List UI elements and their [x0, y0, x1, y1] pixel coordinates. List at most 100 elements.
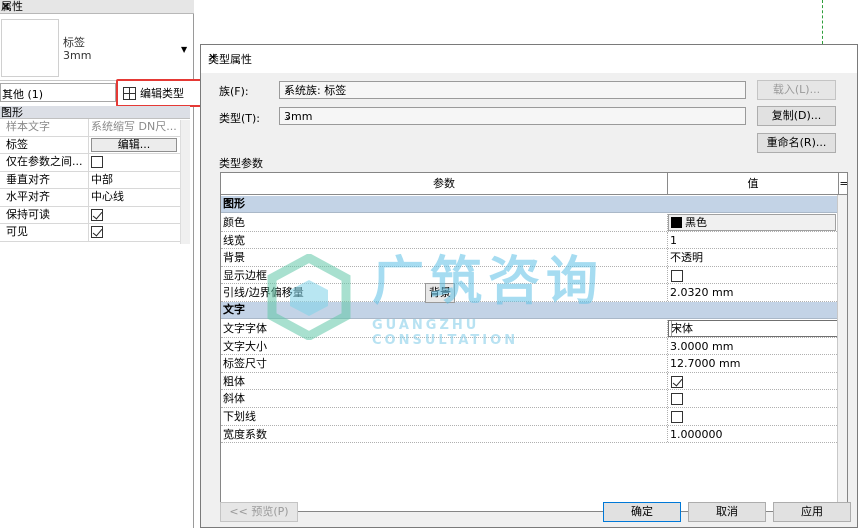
param-value[interactable]: 2.0320 mm: [668, 284, 839, 301]
param-name: 显示边框: [221, 266, 668, 284]
edit-type-icon: [123, 86, 136, 100]
type-properties-dialog: 类型属性 ✕ 族(F): 系统族: 标签 ⌄ 载入(L)... 类型(T): 3…: [200, 44, 858, 528]
close-icon[interactable]: ✕: [1, 0, 189, 13]
param-value[interactable]: 不透明: [668, 249, 839, 266]
column-header-parameter[interactable]: 参数: [221, 173, 668, 195]
checkbox[interactable]: [671, 411, 683, 423]
column-header-value[interactable]: 值: [668, 173, 839, 195]
param-value[interactable]: 1.000000: [668, 426, 839, 443]
property-name: 垂直对齐: [0, 171, 89, 188]
table-row: 粗体: [221, 372, 839, 391]
close-icon[interactable]: ✕: [208, 51, 851, 64]
property-row: 仅在参数之间...: [0, 154, 190, 172]
param-value: [668, 390, 839, 407]
font-select[interactable]: 宋体 ⌄: [668, 320, 838, 337]
param-value: [668, 267, 839, 284]
dialog-title-bar[interactable]: 类型属性 ✕: [201, 45, 857, 73]
group-header-graphics[interactable]: 图形 ⌃: [221, 196, 847, 213]
group-header-text[interactable]: 文字 ⌃: [221, 302, 847, 319]
property-value[interactable]: 中心线: [89, 189, 190, 206]
rename-button[interactable]: 重命名(R)...: [757, 133, 836, 153]
param-name: 标签尺寸: [221, 355, 668, 372]
type-select[interactable]: 3mm ⌄: [279, 107, 746, 125]
param-name: 背景: [221, 249, 668, 266]
instance-filter-dropdown[interactable]: 其他 (1) ⌄: [0, 83, 116, 102]
table-row: 显示边框: [221, 266, 839, 285]
param-value[interactable]: 1: [668, 232, 839, 249]
checkbox[interactable]: [91, 208, 103, 221]
property-value[interactable]: 中部: [89, 172, 190, 189]
checkbox[interactable]: [91, 156, 103, 168]
property-name: 水平对齐: [0, 189, 89, 206]
param-value: [668, 408, 839, 425]
table-row: 背景 不透明: [221, 249, 839, 267]
param-name: 下划线: [221, 408, 668, 425]
color-value: 黑色: [685, 216, 707, 229]
param-name: 斜体: [221, 390, 668, 407]
type-family-name: 标签: [63, 36, 85, 49]
family-label: 族(F):: [219, 85, 249, 98]
column-header-formula[interactable]: =: [839, 173, 847, 195]
type-label: 类型(T):: [219, 112, 261, 125]
table-row: 标签尺寸 12.7000 mm: [221, 355, 839, 373]
property-name: 标签: [0, 136, 89, 153]
checkbox[interactable]: [671, 375, 683, 388]
collapse-icon[interactable]: ⌃: [223, 302, 839, 318]
preview-button[interactable]: << 预览(P): [220, 502, 298, 522]
property-name: 样本文字: [0, 119, 89, 136]
table-row: 颜色 黑色: [221, 214, 839, 232]
table-row: 下划线: [221, 408, 839, 426]
dashed-reference-line: [822, 0, 823, 44]
param-name: 文字大小: [221, 337, 668, 355]
checkbox[interactable]: [671, 269, 683, 282]
collapse-icon[interactable]: ⌃: [1, 106, 186, 119]
properties-title-bar: 属性 ✕: [0, 0, 194, 14]
property-row: 垂直对齐 中部: [0, 171, 190, 189]
property-value: 编辑...: [89, 137, 190, 154]
chevron-down-icon[interactable]: ▼: [181, 45, 187, 54]
table-row: 斜体: [221, 390, 839, 408]
property-row: 标签 编辑...: [0, 136, 190, 154]
table-scrollbar[interactable]: [837, 195, 847, 511]
family-select[interactable]: 系统族: 标签 ⌄: [279, 81, 746, 99]
param-name: 粗体: [221, 372, 668, 390]
edit-type-button[interactable]: 编辑类型: [116, 79, 210, 107]
property-name: 仅在参数之间...: [0, 154, 89, 171]
type-parameters-table: 参数 值 = 图形 ⌃ 颜色 黑色 线宽 1 背景 不透明 显示边框 引线/边界…: [220, 172, 848, 512]
param-value[interactable]: 3.0000 mm: [668, 338, 839, 355]
properties-scrollbar[interactable]: [180, 120, 190, 244]
properties-category-graphics[interactable]: 图形 ⌃: [0, 106, 190, 119]
chevron-down-icon: ⌄: [671, 321, 684, 336]
ok-button[interactable]: 确定: [603, 502, 681, 522]
property-name: 保持可读: [0, 206, 89, 223]
property-row: 样本文字 系统缩写 DN尺...: [0, 119, 190, 137]
chevron-down-icon: ⌄: [284, 112, 292, 122]
checkbox[interactable]: [91, 226, 103, 238]
type-name: 标签 3mm: [63, 36, 91, 62]
edit-label-button[interactable]: 编辑...: [91, 137, 177, 152]
property-row: 保持可读: [0, 206, 190, 224]
param-value: [668, 373, 839, 390]
table-row: 文字字体 宋体 ⌄: [221, 320, 839, 338]
table-row: 宽度系数 1.000000: [221, 425, 839, 444]
property-row: 水平对齐 中心线: [0, 189, 190, 207]
table-row: 文字大小 3.0000 mm: [221, 337, 839, 356]
type-size-name: 3mm: [63, 49, 92, 62]
property-name: 可见: [0, 224, 89, 241]
cancel-button[interactable]: 取消: [688, 502, 766, 522]
load-button[interactable]: 载入(L)...: [757, 80, 836, 100]
apply-button[interactable]: 应用: [773, 502, 851, 522]
edit-type-label: 编辑类型: [140, 87, 184, 100]
table-row: 引线/边界偏移量 2.0320 mm: [221, 284, 839, 302]
type-params-label: 类型参数: [219, 157, 263, 170]
duplicate-button[interactable]: 复制(D)...: [757, 106, 836, 126]
type-selector[interactable]: 标签 3mm ▼: [0, 15, 194, 81]
param-value[interactable]: 12.7000 mm: [668, 355, 839, 372]
param-name: 宽度系数: [221, 425, 668, 443]
checkbox[interactable]: [671, 393, 683, 406]
type-thumbnail: [1, 19, 59, 77]
properties-palette: 属性 ✕ 标签 3mm ▼ 其他 (1) ⌄ 编辑类型 图形 ⌃ 样本文字 系统…: [0, 0, 210, 528]
color-button[interactable]: 黑色: [668, 214, 836, 231]
table-row: 线宽 1: [221, 231, 839, 250]
collapse-icon[interactable]: ⌃: [223, 196, 839, 212]
